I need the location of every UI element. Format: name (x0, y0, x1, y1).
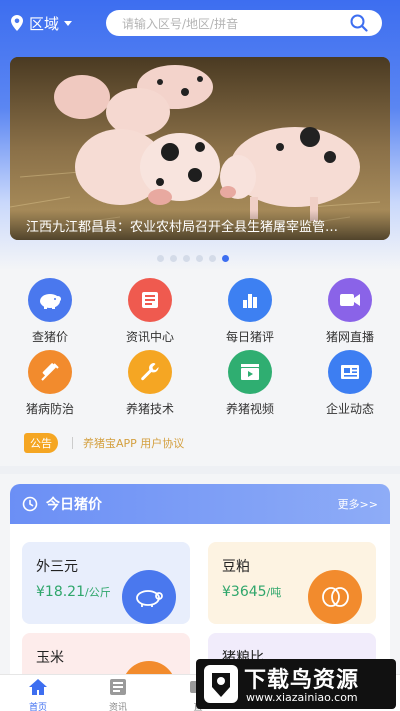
news-icon (128, 278, 172, 322)
beans-icon (308, 570, 362, 624)
location-pin-icon (11, 15, 23, 31)
menu-item-company-news[interactable]: 企业动态 (300, 350, 400, 417)
price-card-value: ¥18.21/公斤 (36, 584, 111, 600)
syringe-icon (28, 350, 72, 394)
watermark: 下载鸟资源 www.xiazainiao.com (196, 659, 396, 709)
tab-label: 首页 (28, 703, 47, 711)
tab-label: 资讯 (108, 703, 127, 711)
menu-item-daily-review[interactable]: 每日猪评 (200, 278, 300, 345)
menu-item-disease[interactable]: 猪病防治 (0, 350, 100, 417)
carousel-dot[interactable] (183, 255, 190, 262)
menu-label: 养猪技术 (125, 402, 174, 416)
region-selector[interactable]: 区域 (10, 13, 100, 34)
watermark-logo (204, 665, 238, 703)
menu-item-pig-price[interactable]: 查猪价 (0, 278, 100, 345)
tab-news[interactable]: 资讯 (88, 678, 148, 711)
clapperboard-icon (228, 350, 272, 394)
menu-label: 企业动态 (325, 402, 374, 416)
watermark-url: www.xiazainiao.com (246, 691, 358, 704)
news-banner[interactable]: 江西九江都昌县：农业农村局召开全县生猪屠宰监管… (10, 57, 390, 240)
home-icon (29, 679, 47, 695)
search-icon[interactable] (350, 14, 368, 32)
menu-item-live[interactable]: 猪网直播 (300, 278, 400, 345)
section-divider (0, 466, 400, 474)
search-placeholder: 请输入区号/地区/拼音 (122, 16, 239, 31)
carousel-dot[interactable] (170, 255, 177, 262)
carousel-dot[interactable] (157, 255, 164, 262)
bar-chart-icon (228, 278, 272, 322)
price-card-soybean-meal[interactable]: 豆粕 ¥3645/吨 (208, 542, 376, 624)
announcement-text[interactable]: 养猪宝APP 用户协议 (83, 435, 184, 451)
pig-icon (122, 570, 176, 624)
menu-label: 猪病防治 (25, 402, 74, 416)
newspaper-icon (328, 350, 372, 394)
carousel-dot[interactable] (196, 255, 203, 262)
top-bar: 区域 请输入区号/地区/拼音 (0, 0, 400, 46)
price-card-name: 豆粕 (222, 559, 250, 575)
video-camera-icon (328, 278, 372, 322)
chevron-down-icon (64, 20, 73, 26)
carousel-dot-active[interactable] (222, 255, 229, 262)
price-card-name: 外三元 (36, 559, 78, 575)
price-card-name: 玉米 (36, 650, 64, 666)
more-link[interactable]: 更多>> (338, 496, 378, 512)
search-input[interactable]: 请输入区号/地区/拼音 (106, 10, 382, 36)
news-icon (110, 679, 126, 695)
announcement-tag: 公告 (24, 433, 58, 453)
price-card-wai-san-yuan[interactable]: 外三元 ¥18.21/公斤 (22, 542, 190, 624)
region-label: 区域 (29, 14, 60, 33)
menu-label: 养猪视频 (225, 402, 274, 416)
carousel-indicator (157, 255, 229, 262)
menu-label: 每日猪评 (225, 330, 274, 344)
price-card-value: ¥3645/吨 (222, 584, 282, 600)
menu-item-videos[interactable]: 养猪视频 (200, 350, 300, 417)
clock-icon (22, 496, 38, 512)
carousel-dot[interactable] (209, 255, 216, 262)
banner-caption: 江西九江都昌县：农业农村局召开全县生猪屠宰监管… (10, 210, 390, 240)
menu-label: 猪网直播 (325, 330, 374, 344)
pig-icon (28, 278, 72, 322)
wrench-icon (128, 350, 172, 394)
menu-item-tech[interactable]: 养猪技术 (100, 350, 200, 417)
watermark-title: 下载鸟资源 (244, 668, 360, 693)
announcement-bar[interactable]: 公告 养猪宝APP 用户协议 (24, 432, 184, 454)
price-section-title: 今日猪价 (46, 497, 102, 513)
menu-item-news-center[interactable]: 资讯中心 (100, 278, 200, 345)
tab-home[interactable]: 首页 (8, 678, 68, 711)
menu-label: 查猪价 (31, 330, 68, 344)
menu-label: 资讯中心 (125, 330, 174, 344)
price-section-header: 今日猪价 更多>> (10, 484, 390, 524)
divider (72, 437, 73, 449)
